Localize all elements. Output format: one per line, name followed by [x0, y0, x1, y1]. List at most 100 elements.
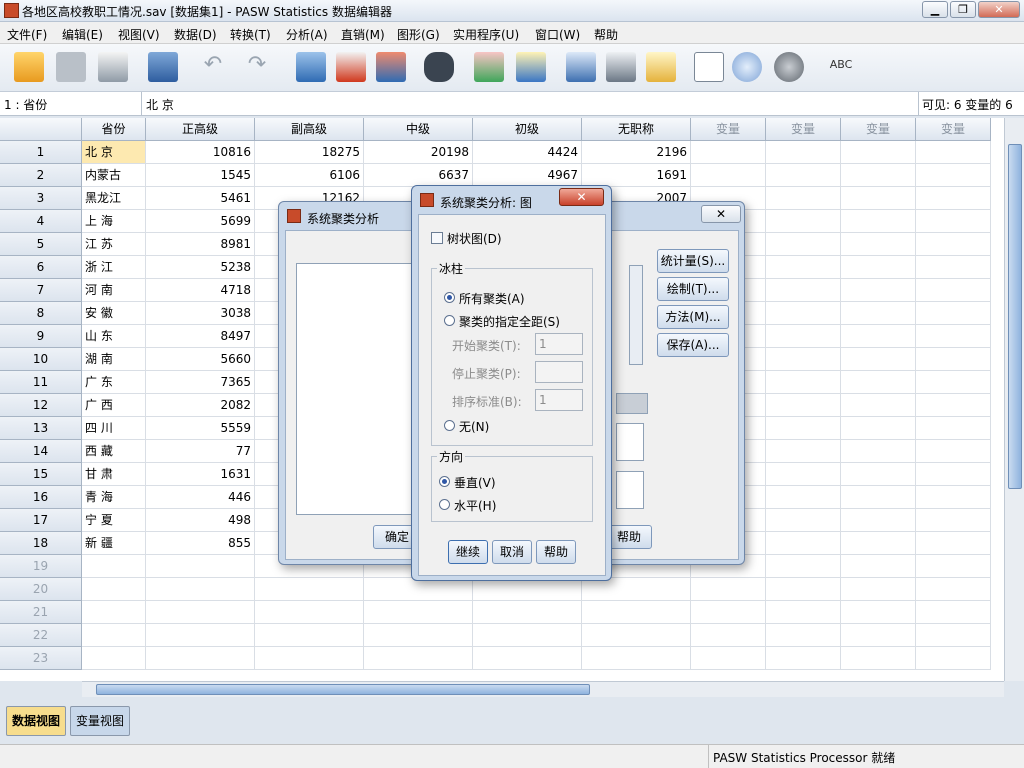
data-cell[interactable]: [766, 302, 841, 325]
province-cell[interactable]: 宁 夏: [82, 509, 146, 532]
specified-range-radio[interactable]: [444, 315, 455, 326]
data-cell[interactable]: [364, 578, 473, 601]
data-cell[interactable]: 2196: [582, 141, 691, 164]
province-cell[interactable]: [82, 555, 146, 578]
province-cell[interactable]: [82, 601, 146, 624]
row-number[interactable]: 17: [0, 509, 82, 532]
data-cell[interactable]: [841, 532, 916, 555]
column-header[interactable]: 初级: [473, 118, 582, 141]
empty-variable-header[interactable]: 变量: [841, 118, 916, 141]
data-cell[interactable]: 2082: [146, 394, 255, 417]
data-cell[interactable]: [841, 394, 916, 417]
data-cell[interactable]: [841, 555, 916, 578]
weight-cases-icon[interactable]: [606, 52, 636, 82]
row-number[interactable]: 4: [0, 210, 82, 233]
province-cell[interactable]: 青 海: [82, 486, 146, 509]
province-cell[interactable]: 四 川: [82, 417, 146, 440]
dendrogram-checkbox[interactable]: [431, 232, 443, 244]
province-cell[interactable]: 广 西: [82, 394, 146, 417]
open-folder-icon[interactable]: [14, 52, 44, 82]
print-icon[interactable]: [98, 52, 128, 82]
row-number[interactable]: 18: [0, 532, 82, 555]
column-header[interactable]: 正高级: [146, 118, 255, 141]
province-cell[interactable]: 黑龙江: [82, 187, 146, 210]
data-cell[interactable]: [841, 164, 916, 187]
by-input[interactable]: 1: [535, 389, 583, 411]
data-cell[interactable]: [146, 601, 255, 624]
data-cell[interactable]: [841, 601, 916, 624]
data-cell[interactable]: [766, 624, 841, 647]
data-cell[interactable]: [766, 325, 841, 348]
province-cell[interactable]: 江 苏: [82, 233, 146, 256]
row-number[interactable]: 19: [0, 555, 82, 578]
province-cell[interactable]: 上 海: [82, 210, 146, 233]
value-labels-icon[interactable]: [694, 52, 724, 82]
data-cell[interactable]: 18275: [255, 141, 364, 164]
column-header[interactable]: 中级: [364, 118, 473, 141]
data-cell[interactable]: [691, 601, 766, 624]
tab-variable-view[interactable]: 变量视图: [70, 706, 131, 736]
use-sets-icon[interactable]: [732, 52, 762, 82]
row-number[interactable]: 1: [0, 141, 82, 164]
row-number[interactable]: 10: [0, 348, 82, 371]
data-cell[interactable]: [841, 141, 916, 164]
data-cell[interactable]: [146, 624, 255, 647]
province-cell[interactable]: [82, 624, 146, 647]
data-cell[interactable]: 446: [146, 486, 255, 509]
data-cell[interactable]: [841, 348, 916, 371]
empty-variable-header[interactable]: 变量: [766, 118, 841, 141]
data-cell[interactable]: [841, 463, 916, 486]
data-cell[interactable]: 8981: [146, 233, 255, 256]
cluster-help-button[interactable]: 帮助: [606, 525, 652, 549]
province-cell[interactable]: 山 东: [82, 325, 146, 348]
data-cell[interactable]: 3038: [146, 302, 255, 325]
data-cell[interactable]: [916, 463, 991, 486]
data-cell[interactable]: 8497: [146, 325, 255, 348]
data-cell[interactable]: 855: [146, 532, 255, 555]
plots-help-button[interactable]: 帮助: [536, 540, 576, 564]
data-cell[interactable]: [841, 624, 916, 647]
data-cell[interactable]: [916, 325, 991, 348]
data-cell[interactable]: [916, 302, 991, 325]
data-cell[interactable]: [364, 647, 473, 670]
data-cell[interactable]: [916, 509, 991, 532]
data-cell[interactable]: [766, 532, 841, 555]
data-cell[interactable]: 5461: [146, 187, 255, 210]
data-cell[interactable]: [916, 417, 991, 440]
data-cell[interactable]: [916, 279, 991, 302]
data-cell[interactable]: [841, 647, 916, 670]
data-cell[interactable]: [473, 647, 582, 670]
data-cell[interactable]: [841, 210, 916, 233]
data-cell[interactable]: 4967: [473, 164, 582, 187]
data-cell[interactable]: [916, 532, 991, 555]
data-cell[interactable]: [364, 601, 473, 624]
show-all-variables-icon[interactable]: [774, 52, 804, 82]
data-cell[interactable]: [841, 233, 916, 256]
data-cell[interactable]: [841, 256, 916, 279]
redo-icon[interactable]: ↷: [242, 52, 272, 82]
data-cell[interactable]: [916, 486, 991, 509]
data-cell[interactable]: [766, 348, 841, 371]
data-cell[interactable]: [691, 624, 766, 647]
data-cell[interactable]: [916, 647, 991, 670]
row-number[interactable]: 14: [0, 440, 82, 463]
data-cell[interactable]: [916, 371, 991, 394]
menu-utilities[interactable]: 实用程序(U): [453, 26, 519, 43]
data-cell[interactable]: [146, 578, 255, 601]
data-cell[interactable]: [916, 187, 991, 210]
plots-button[interactable]: 绘制(T)...: [657, 277, 729, 301]
row-number[interactable]: 6: [0, 256, 82, 279]
source-variable-list[interactable]: [296, 263, 418, 515]
menu-analyze[interactable]: 分析(A): [286, 26, 328, 43]
stop-cluster-input[interactable]: [535, 361, 583, 383]
data-cell[interactable]: 1631: [146, 463, 255, 486]
column-header[interactable]: 副高级: [255, 118, 364, 141]
data-cell[interactable]: [766, 486, 841, 509]
data-cell[interactable]: 6106: [255, 164, 364, 187]
data-cell[interactable]: [916, 210, 991, 233]
province-cell[interactable]: [82, 578, 146, 601]
data-cell[interactable]: [916, 624, 991, 647]
data-cell[interactable]: 5559: [146, 417, 255, 440]
column-header[interactable]: 省份: [82, 118, 146, 141]
row-number[interactable]: 21: [0, 601, 82, 624]
